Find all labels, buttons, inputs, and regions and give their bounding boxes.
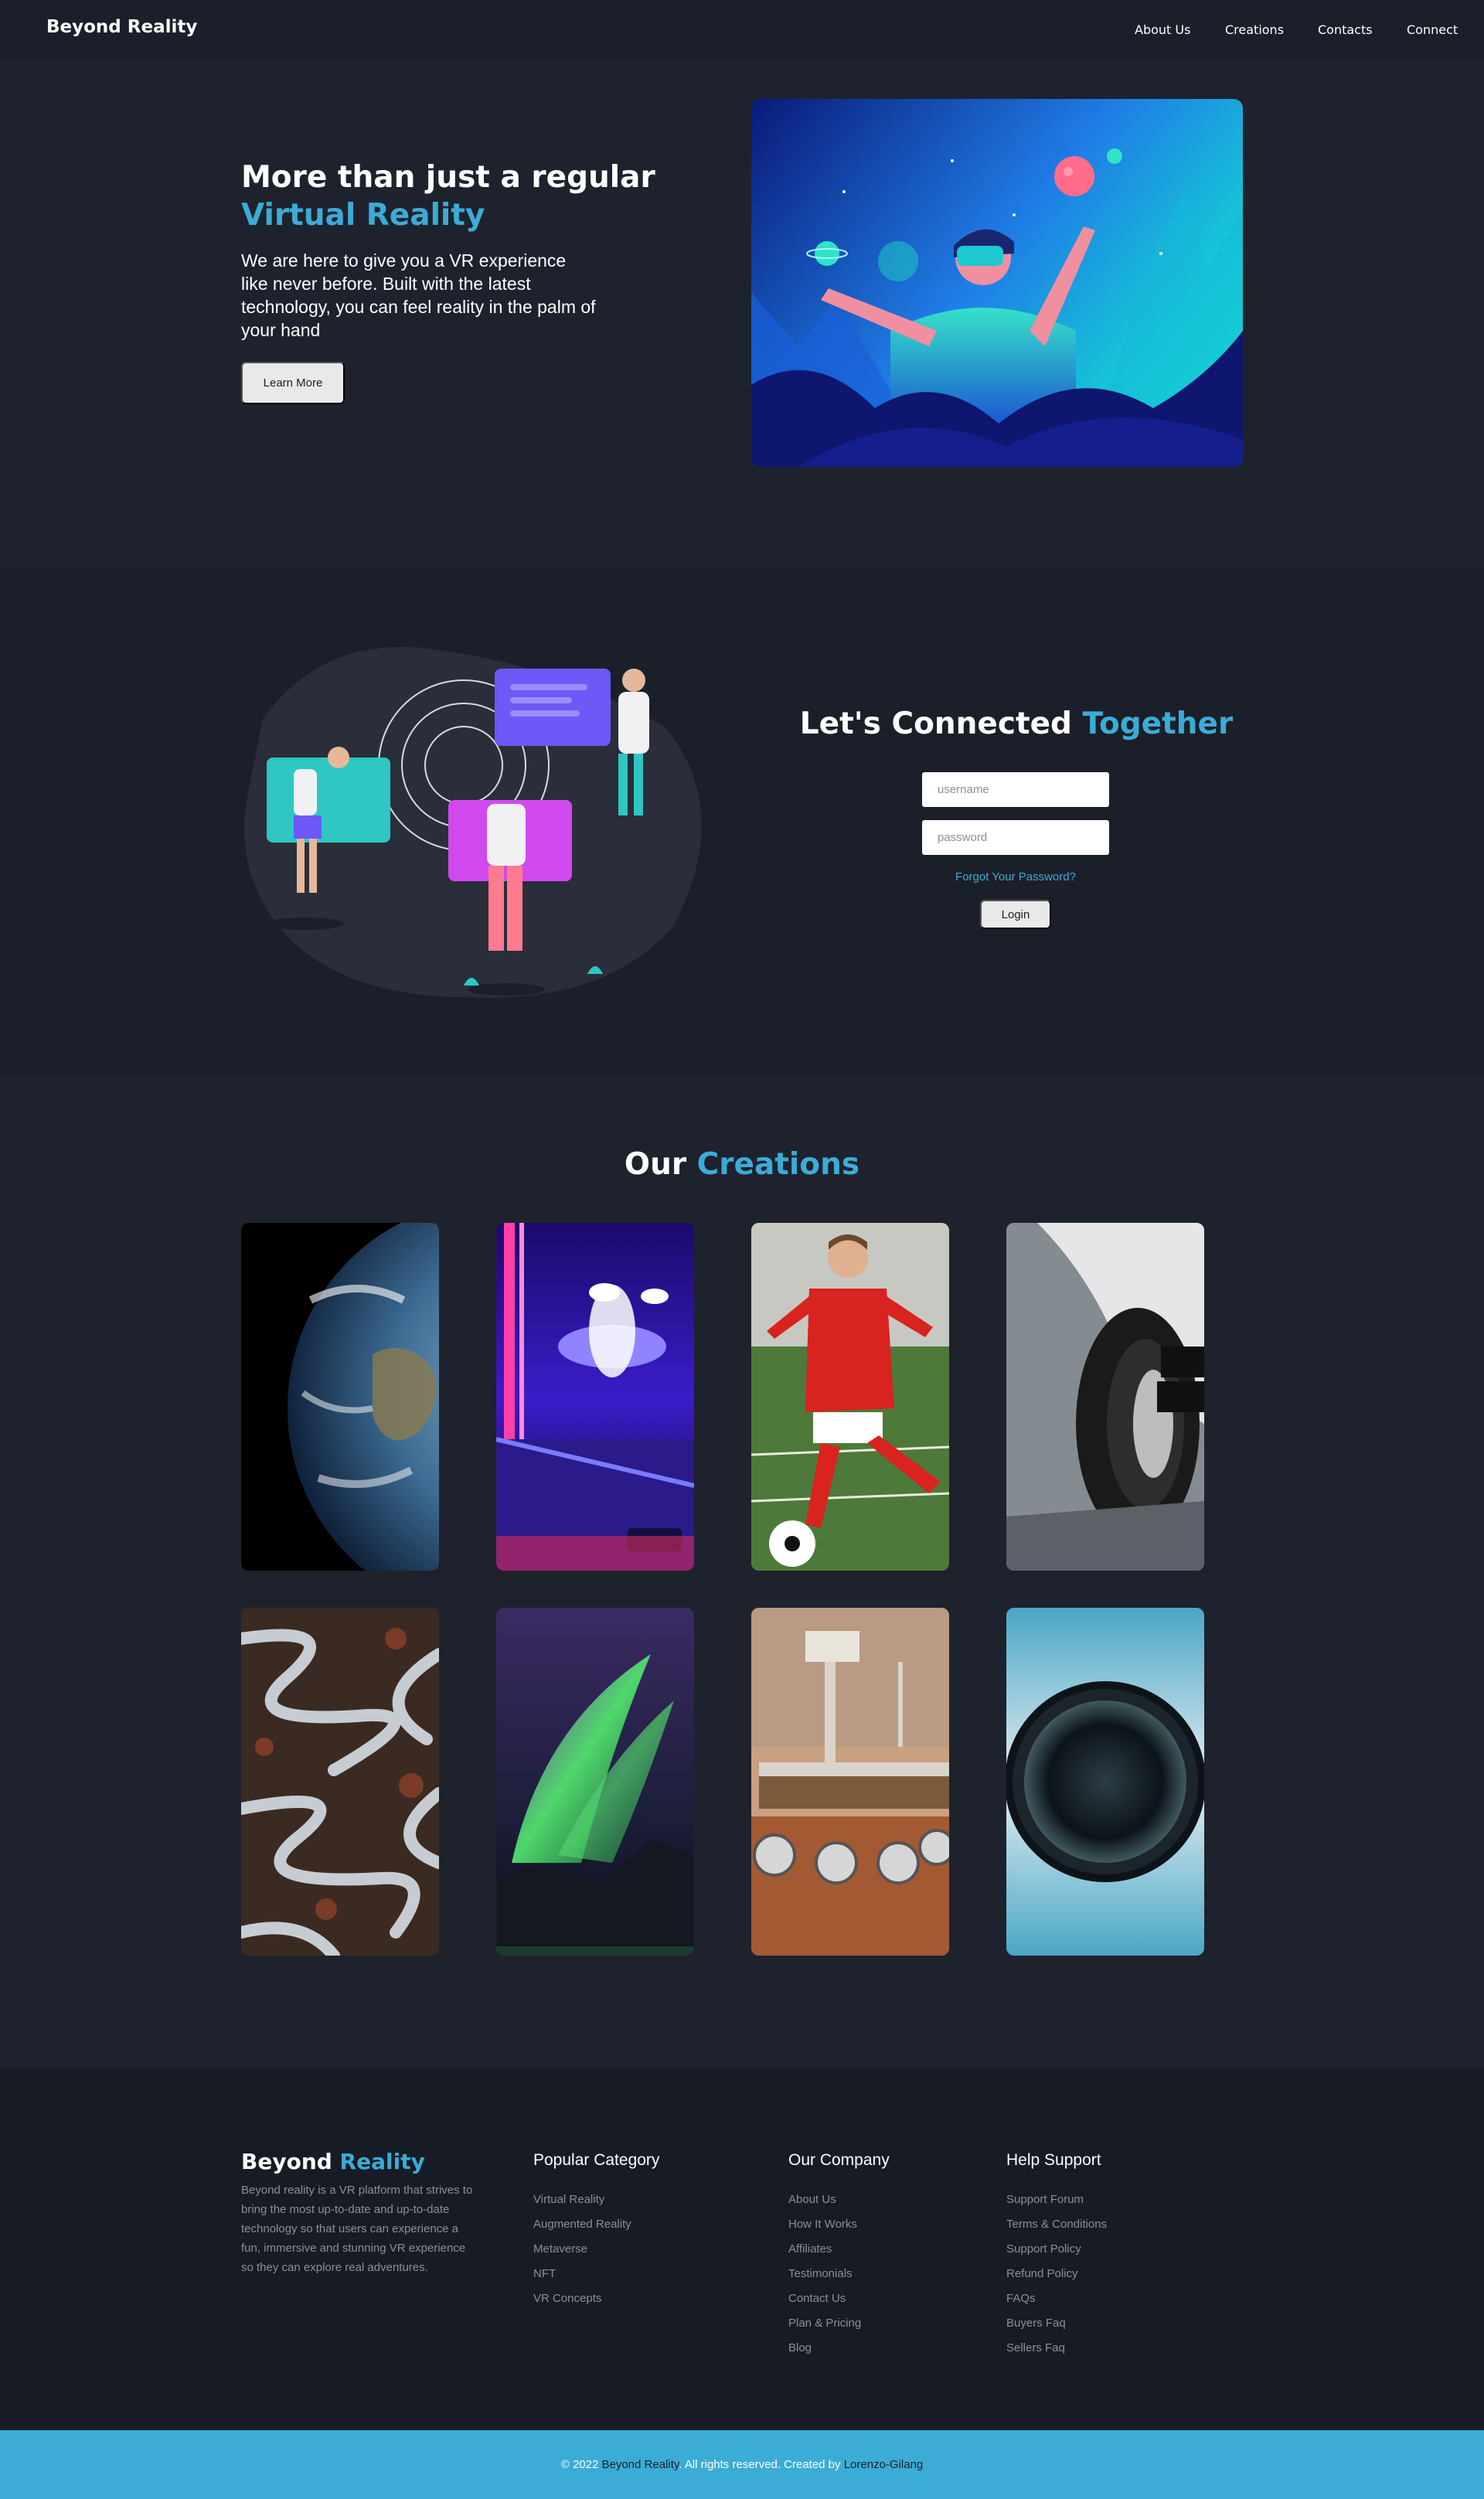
footer: [0, 2068, 1484, 2430]
tiny-planet-photo[interactable]: [1006, 1608, 1204, 1956]
hero-title-main: More than just a regular: [241, 160, 655, 195]
creations-title-main: Our: [624, 1147, 697, 1182]
creations-title-accent: Creations: [696, 1147, 860, 1182]
soccer-player-photo[interactable]: [751, 1223, 949, 1571]
connect-title: Let's Connected Together: [781, 706, 1252, 741]
copyright-author-link[interactable]: Lorenzo-Gilang: [844, 2458, 924, 2471]
nav-contacts[interactable]: Contacts: [1318, 22, 1373, 37]
footer-link[interactable]: Affiliates: [788, 2242, 861, 2266]
footer-link[interactable]: Metaverse: [533, 2242, 631, 2266]
footer-link[interactable]: Buyers Faq: [1006, 2316, 1107, 2341]
hero-title-accent: Virtual Reality: [241, 198, 485, 233]
footer-link[interactable]: FAQs: [1006, 2291, 1107, 2316]
hero-title: More than just a regular Virtual Reality: [241, 158, 736, 234]
footer-brand-accent: Reality: [339, 2149, 425, 2174]
footer-link[interactable]: About Us: [788, 2192, 861, 2217]
footer-link[interactable]: VR Concepts: [533, 2291, 631, 2316]
creations-title: Our Creations: [0, 1147, 1484, 1182]
top-navbar: Beyond Reality About Us Creations Contac…: [0, 0, 1484, 60]
aurora-photo[interactable]: [496, 1608, 694, 1956]
footer-brand: Beyond Reality: [241, 2149, 425, 2174]
footer-heading-our-company: Our Company: [788, 2151, 890, 2169]
copyright-text: © 2022 Beyond Reality. All rights reserv…: [0, 2458, 1484, 2471]
password-field[interactable]: [922, 820, 1109, 855]
mars-rover-photo[interactable]: [751, 1608, 949, 1956]
learn-more-button[interactable]: Learn More: [241, 362, 345, 404]
footer-link[interactable]: Refund Policy: [1006, 2266, 1107, 2291]
footer-link[interactable]: Virtual Reality: [533, 2192, 631, 2217]
connect-title-main: Let's Connected: [799, 706, 1083, 741]
connect-title-accent: Together: [1082, 706, 1234, 741]
copyright-prefix: © 2022: [560, 2458, 602, 2471]
footer-description: Beyond reality is a VR platform that str…: [241, 2184, 473, 2274]
footer-heading-help-support: Help Support: [1006, 2151, 1101, 2169]
footer-list-our-company: About Us How It Works Affiliates Testimo…: [788, 2192, 861, 2365]
nav-about-us[interactable]: About Us: [1135, 22, 1190, 37]
footer-link[interactable]: Support Forum: [1006, 2192, 1107, 2217]
footer-heading-popular-category: Popular Category: [533, 2151, 660, 2169]
nav-connect[interactable]: Connect: [1407, 22, 1458, 37]
footer-list-help-support: Support Forum Terms & Conditions Support…: [1006, 2192, 1107, 2365]
forgot-password-link[interactable]: Forgot Your Password?: [922, 870, 1109, 884]
footer-link[interactable]: Testimonials: [788, 2266, 861, 2291]
vr-person-illustration: [751, 99, 1243, 467]
arcade-photo[interactable]: [496, 1223, 694, 1571]
brand-logo[interactable]: Beyond Reality: [46, 17, 197, 37]
footer-link[interactable]: Augmented Reality: [533, 2217, 631, 2242]
footer-link[interactable]: How It Works: [788, 2217, 861, 2242]
earth-photo[interactable]: [241, 1223, 439, 1571]
footer-link[interactable]: Terms & Conditions: [1006, 2217, 1107, 2242]
connect-section: [0, 567, 1484, 1074]
race-car-photo[interactable]: [1006, 1223, 1204, 1571]
footer-link[interactable]: NFT: [533, 2266, 631, 2291]
login-button[interactable]: Login: [980, 900, 1051, 929]
chat-bubbles-illustration: [232, 634, 727, 1005]
copyright-brand-link[interactable]: Beyond Reality: [601, 2458, 679, 2471]
footer-list-popular-category: Virtual Reality Augmented Reality Metave…: [533, 2192, 631, 2316]
footer-link[interactable]: Contact Us: [788, 2291, 861, 2316]
footer-link[interactable]: Sellers Faq: [1006, 2341, 1107, 2365]
winding-road-photo[interactable]: [241, 1608, 439, 1956]
username-field[interactable]: [922, 772, 1109, 807]
hero-description: We are here to give you a VR experience …: [241, 250, 596, 340]
nav-creations[interactable]: Creations: [1225, 22, 1284, 37]
footer-brand-main: Beyond: [241, 2149, 340, 2174]
copyright-middle: . All rights reserved. Created by: [679, 2458, 844, 2471]
footer-link[interactable]: Blog: [788, 2341, 861, 2365]
footer-link[interactable]: Plan & Pricing: [788, 2316, 861, 2341]
footer-link[interactable]: Support Policy: [1006, 2242, 1107, 2266]
